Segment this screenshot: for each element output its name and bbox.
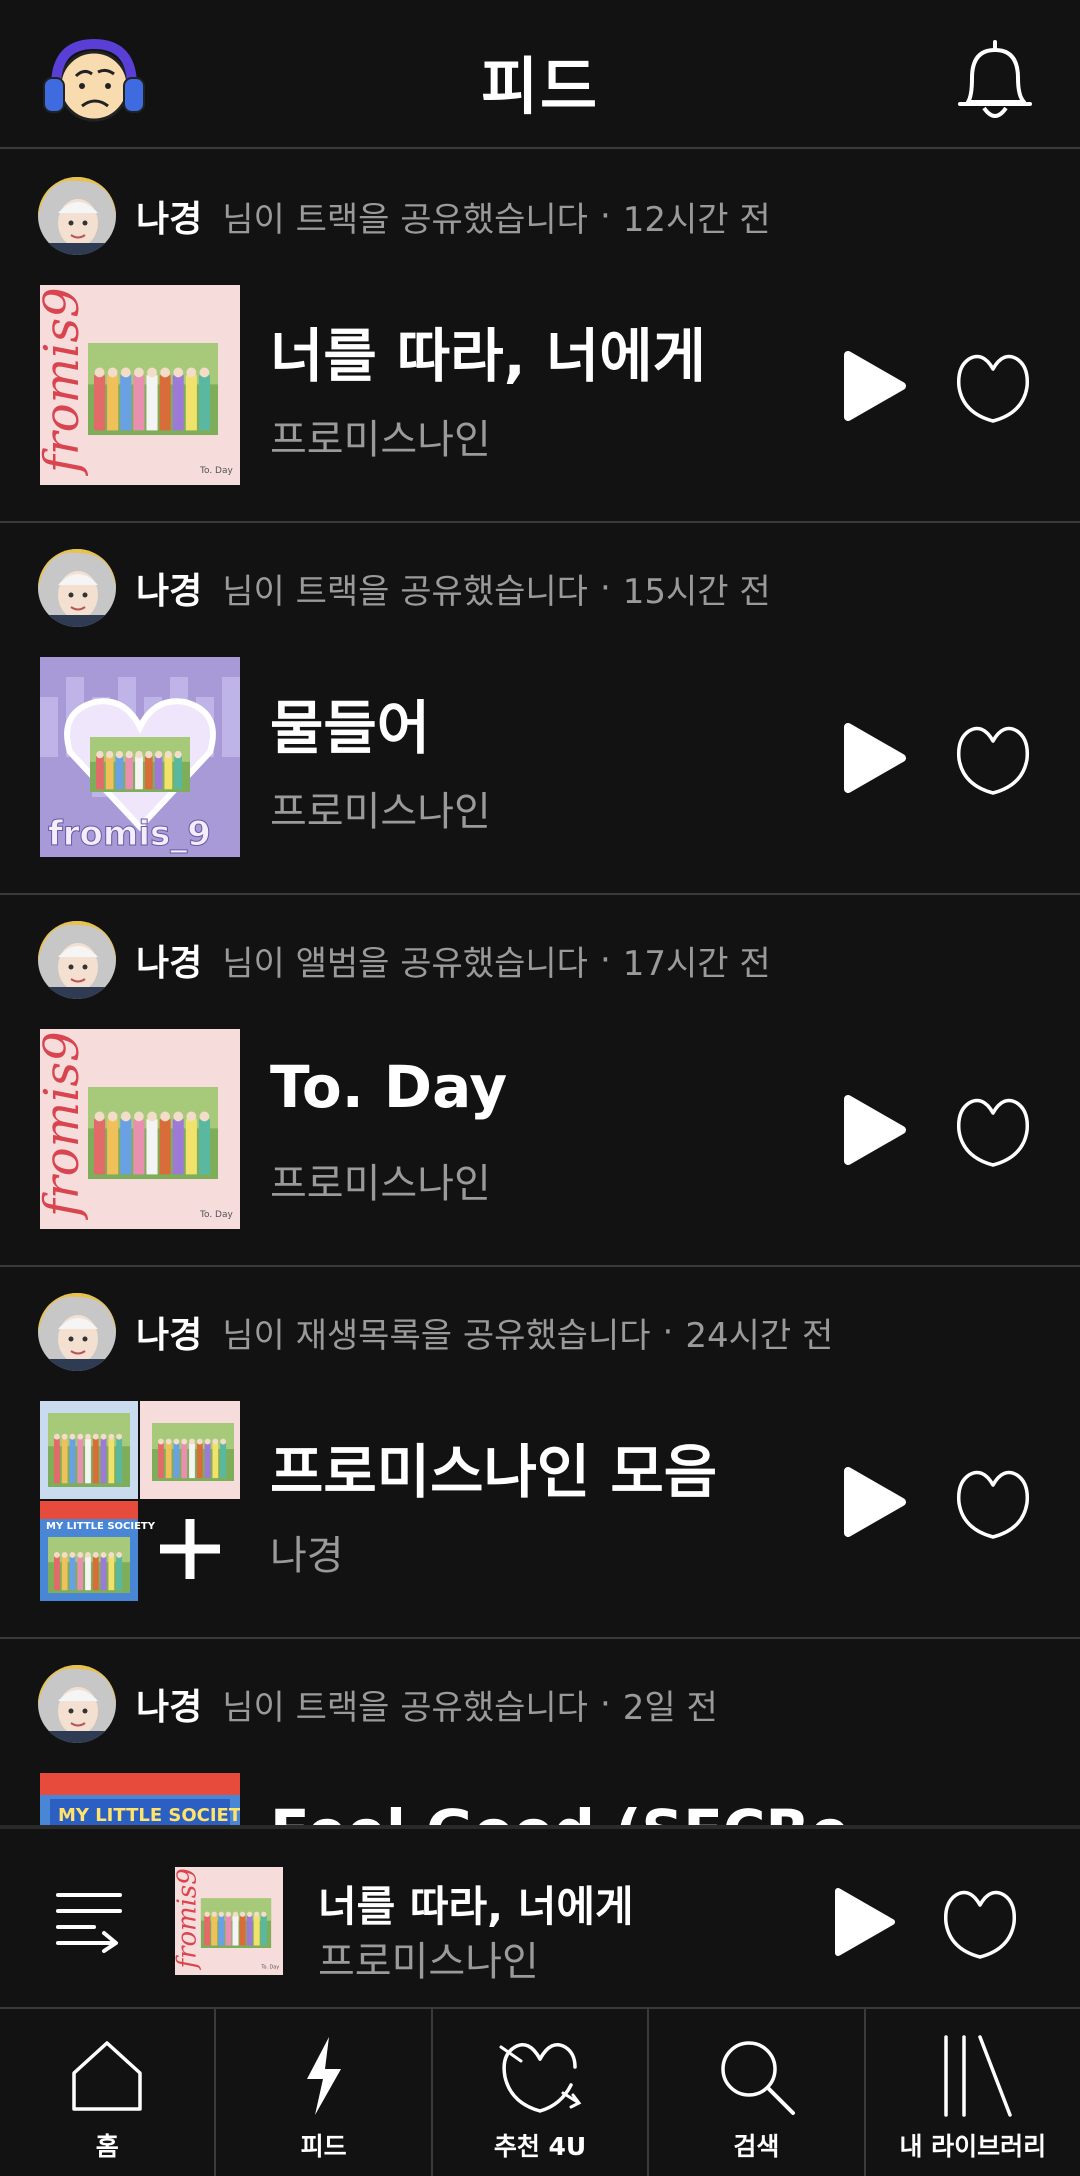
- library-icon: [944, 2035, 1012, 2117]
- album-cover[interactable]: MY LITTLE SOCIETY: [40, 1401, 240, 1601]
- album-cover[interactable]: MY LITTLE SOCIETY: [40, 1773, 240, 1825]
- nav-tab-search[interactable]: 검색: [649, 2009, 866, 2176]
- heart-icon[interactable]: [955, 1093, 1031, 1169]
- share-time: 12시간 전: [622, 199, 771, 240]
- share-action-text: 님이 앨범을 공유했습니다: [222, 943, 588, 984]
- nav-tab-feed[interactable]: 피드: [216, 2009, 433, 2176]
- album-cover[interactable]: fromis9 To. Day: [40, 285, 240, 485]
- bottom-nav: 홈 피드 추천 4U 검색 내 라이브러리: [0, 2009, 1080, 2176]
- feed-list: 나경 님이 트랙을 공유했습니다 · 12시간 전 fromis9 To. Day 너를 따…: [0, 151, 1080, 1825]
- feed-item[interactable]: 나경 님이 트랙을 공유했습니다 · 15시간 전 fromis_9 물들어프로미스나인: [0, 523, 1080, 895]
- track-artist: 프로미스나인: [270, 417, 491, 463]
- feed-item-meta: 나경 님이 트랙을 공유했습니다 · 12시간 전: [38, 175, 771, 257]
- feed-item-meta: 나경 님이 트랙을 공유했습니다 · 2일 전: [38, 1663, 718, 1745]
- user-name[interactable]: 나경: [136, 190, 202, 242]
- feed-item-meta: 나경 님이 앨범을 공유했습니다 · 17시간 전: [38, 919, 771, 1001]
- mini-player-cover[interactable]: fromis9 To. Day: [175, 1867, 283, 1975]
- user-avatar[interactable]: [38, 177, 116, 255]
- nav-label-library: 내 라이브러리: [899, 2132, 1047, 2161]
- share-time: 2일 전: [622, 1687, 718, 1728]
- nav-label-home: 홈: [95, 2132, 119, 2161]
- mini-player-artist: 프로미스나인: [318, 1939, 539, 1985]
- heart-icon[interactable]: [955, 721, 1031, 797]
- track-title[interactable]: Feel Good (SECRe...: [270, 1797, 916, 1825]
- separator-dot: ·: [599, 940, 611, 980]
- nav-tab-home[interactable]: 홈: [0, 2009, 217, 2176]
- svg-text:fromis_9: fromis_9: [48, 814, 211, 854]
- user-avatar[interactable]: [38, 549, 116, 627]
- play-icon[interactable]: [840, 719, 910, 797]
- separator-dot: ·: [599, 1684, 611, 1724]
- play-icon[interactable]: [840, 1091, 910, 1169]
- share-time: 17시간 전: [622, 943, 771, 984]
- lightning-icon: [306, 2037, 341, 2115]
- nav-label-recommend: 추천 4U: [493, 2132, 587, 2161]
- heart-icon[interactable]: [955, 349, 1031, 425]
- share-action-text: 님이 재생목록을 공유했습니다: [222, 1315, 651, 1356]
- track-title[interactable]: 물들어: [270, 681, 430, 765]
- track-artist: 프로미스나인: [270, 1161, 491, 1207]
- feed-item[interactable]: 나경 님이 재생목록을 공유했습니다 · 24시간 전 MY LITTLE SOCIET…: [0, 1267, 1080, 1639]
- track-title[interactable]: 프로미스나인 모음: [270, 1425, 717, 1509]
- album-cover[interactable]: fromis9 To. Day: [40, 1029, 240, 1229]
- user-name[interactable]: 나경: [136, 1678, 202, 1730]
- search-icon: [721, 2041, 796, 2115]
- feed-item-meta: 나경 님이 재생목록을 공유했습니다 · 24시간 전: [38, 1291, 833, 1373]
- svg-text:MY LITTLE SOCIETY: MY LITTLE SOCIETY: [58, 1805, 240, 1825]
- svg-text:To. Day: To. Day: [199, 1210, 233, 1220]
- nav-tab-recommend[interactable]: 추천 4U: [433, 2009, 650, 2176]
- heart-icon[interactable]: [955, 1465, 1031, 1541]
- album-cover[interactable]: fromis_9: [40, 657, 240, 857]
- play-icon[interactable]: [840, 1463, 910, 1541]
- track-title[interactable]: 너를 따라, 너에게: [270, 309, 706, 393]
- share-action-text: 님이 트랙을 공유했습니다: [222, 571, 588, 612]
- share-action-text: 님이 트랙을 공유했습니다: [222, 199, 588, 240]
- bell-icon[interactable]: [954, 38, 1036, 124]
- feed-item[interactable]: 나경 님이 앨범을 공유했습니다 · 17시간 전 fromis9 To. Day To. …: [0, 895, 1080, 1267]
- user-avatar[interactable]: [38, 1293, 116, 1371]
- share-time: 15시간 전: [622, 571, 771, 612]
- svg-text:fromis9: fromis9: [40, 1031, 90, 1220]
- share-time: 24시간 전: [685, 1315, 834, 1356]
- feed-item[interactable]: 나경 님이 트랙을 공유했습니다 · 12시간 전 fromis9 To. Day 너를 따…: [0, 151, 1080, 523]
- mini-heart-icon[interactable]: [942, 1885, 1018, 1961]
- nav-label-feed: 피드: [300, 2132, 347, 2161]
- mini-player[interactable]: fromis9 To. Day 너를 따라, 너에게 프로미스나인: [0, 1825, 1080, 2009]
- home-icon: [72, 2041, 142, 2111]
- svg-text:To. Day: To. Day: [199, 466, 233, 476]
- top-bar: 피드: [0, 0, 1080, 149]
- separator-dot: ·: [599, 568, 611, 608]
- svg-text:fromis9: fromis9: [40, 287, 90, 476]
- svg-text:MY LITTLE SOCIETY: MY LITTLE SOCIETY: [46, 1521, 156, 1532]
- share-action-text: 님이 트랙을 공유했습니다: [222, 1687, 588, 1728]
- mini-player-title[interactable]: 너를 따라, 너에게: [318, 1873, 634, 1934]
- feed-item[interactable]: 나경 님이 트랙을 공유했습니다 · 2일 전 MY LITTLE SOCIETY Fee…: [0, 1639, 1080, 1825]
- play-icon[interactable]: [840, 347, 910, 425]
- user-name[interactable]: 나경: [136, 1306, 202, 1358]
- user-avatar[interactable]: [38, 1665, 116, 1743]
- user-name[interactable]: 나경: [136, 562, 202, 614]
- feed-item-meta: 나경 님이 트랙을 공유했습니다 · 15시간 전: [38, 547, 771, 629]
- track-artist: 프로미스나인: [270, 789, 491, 835]
- track-artist: 나경: [270, 1533, 344, 1579]
- separator-dot: ·: [599, 196, 611, 236]
- recommend-heart-icon: [499, 2043, 582, 2113]
- user-avatar[interactable]: [38, 921, 116, 999]
- svg-text:To. Day: To. Day: [260, 1965, 279, 1971]
- mini-play-icon[interactable]: [832, 1885, 898, 1959]
- nav-label-search: 검색: [733, 2132, 780, 2161]
- separator-dot: ·: [662, 1312, 674, 1352]
- svg-text:fromis9: fromis9: [175, 1868, 203, 1970]
- queue-icon[interactable]: [54, 1889, 124, 1953]
- page-title: 피드: [480, 50, 600, 123]
- nav-tab-library[interactable]: 내 라이브러리: [866, 2009, 1080, 2176]
- user-name[interactable]: 나경: [136, 934, 202, 986]
- track-title[interactable]: To. Day: [270, 1053, 507, 1121]
